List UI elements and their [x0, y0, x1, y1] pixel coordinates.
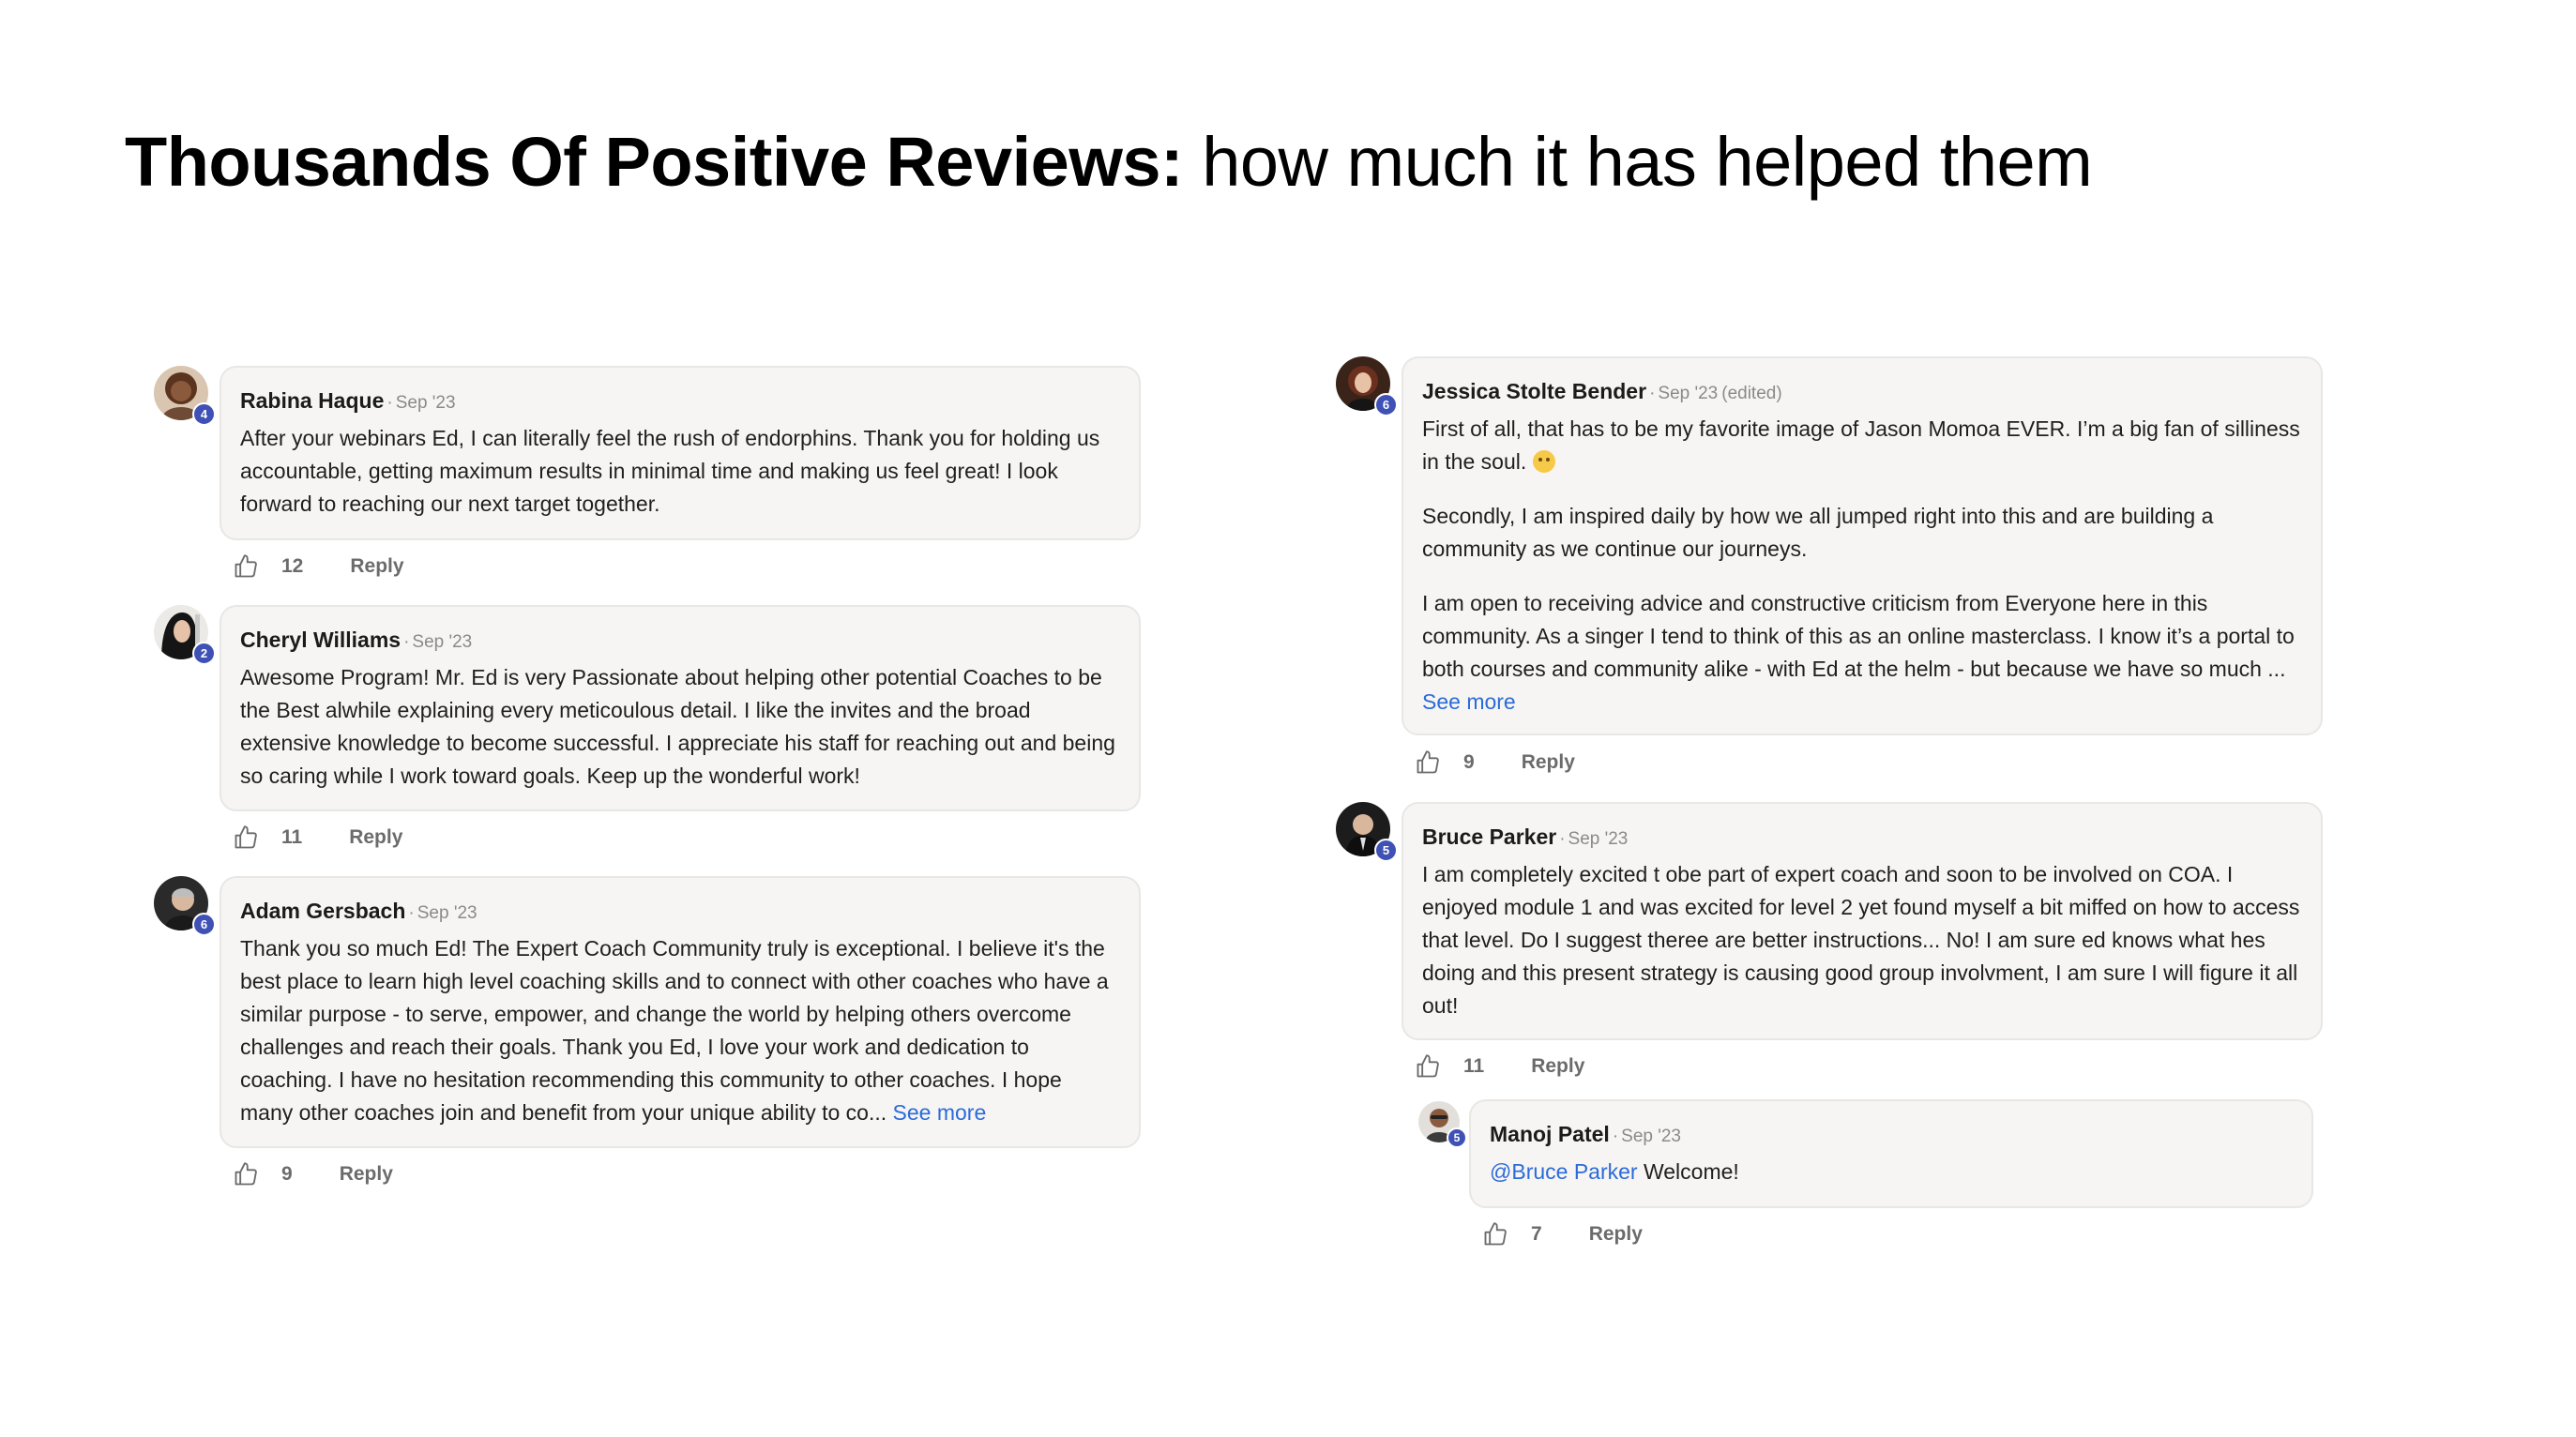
comment-text: After your webinars Ed, I can literally … [240, 426, 1100, 516]
like-count: 9 [281, 1163, 293, 1185]
like-count: 11 [1463, 1055, 1485, 1077]
avatar[interactable]: 5 [1336, 802, 1398, 862]
see-more-link[interactable]: See more [1422, 689, 1516, 714]
thumbs-up-icon[interactable] [1415, 749, 1441, 776]
like-count: 7 [1531, 1223, 1542, 1245]
comment-text-body: I am open to receiving advice and constr… [1422, 591, 2295, 681]
comment-text: Awesome Program! Mr. Ed is very Passiona… [240, 665, 1115, 788]
comment-bubble: Rabina Haque · Sep '23 After your webinars… [220, 366, 1141, 540]
user-mention-link[interactable]: @Bruce Parker [1490, 1159, 1638, 1184]
comment-date: Sep '23 [417, 903, 477, 923]
reply-button[interactable]: Reply [350, 555, 403, 578]
level-badge: 6 [1374, 393, 1398, 416]
like-count: 12 [281, 555, 304, 577]
like-count: 9 [1463, 751, 1475, 773]
thumbs-up-icon[interactable] [233, 1161, 259, 1187]
comment-date: Sep '23 [1568, 829, 1629, 849]
author-name[interactable]: Jessica Stolte Bender [1422, 379, 1646, 403]
reply-button[interactable]: Reply [349, 826, 402, 849]
comment-actions: 7 Reply [1482, 1221, 1643, 1248]
level-badge: 5 [1374, 839, 1398, 862]
comment-bubble: Bruce Parker · Sep '23 I am completely exc… [1402, 802, 2323, 1040]
thumbs-up-icon[interactable] [233, 553, 259, 580]
relieved-face-emoji-icon [1532, 450, 1555, 473]
level-badge: 4 [192, 402, 216, 426]
avatar[interactable]: 6 [1336, 356, 1398, 416]
comment-date: Sep '23 [412, 632, 473, 652]
comment-text: @Bruce Parker Welcome! [1490, 1156, 2293, 1188]
page-headline: Thousands Of Positive Reviews: how much … [125, 120, 2093, 204]
see-more-link[interactable]: See more [893, 1100, 987, 1125]
comment-bubble: Manoj Patel · Sep '23 @Bruce Parker Welcom… [1469, 1099, 2313, 1208]
avatar[interactable]: 6 [154, 876, 216, 936]
comment-date: Sep '23 [395, 393, 456, 413]
reply-button[interactable]: Reply [1522, 751, 1575, 774]
comment-text: First of all, that has to be my favorite… [1422, 413, 2302, 478]
comment-actions: 11 Reply [1415, 1053, 1584, 1080]
reply-button[interactable]: Reply [340, 1163, 393, 1186]
author-name[interactable]: Cheryl Williams [240, 628, 401, 652]
comment-actions: 11 Reply [233, 824, 402, 851]
headline-bold: Thousands Of Positive Reviews: [125, 123, 1184, 201]
author-name[interactable]: Adam Gersbach [240, 899, 405, 923]
comment-bubble: Cheryl Williams · Sep '23 Awesome Program!… [220, 605, 1141, 811]
comment-actions: 9 Reply [1415, 749, 1575, 776]
comment-bubble: Jessica Stolte Bender · Sep '23 (edited) Fi… [1402, 356, 2323, 735]
author-name[interactable]: Bruce Parker [1422, 824, 1556, 849]
comment-text: I am open to receiving advice and constr… [1422, 587, 2302, 718]
avatar[interactable]: 2 [154, 605, 216, 665]
comment-date: Sep '23 [1658, 384, 1719, 403]
edited-label: (edited) [1721, 384, 1782, 403]
level-badge: 5 [1447, 1127, 1467, 1148]
comment-actions: 12 Reply [233, 553, 404, 580]
comment-bubble: Adam Gersbach · Sep '23 Thank you so much … [220, 876, 1141, 1148]
comment-text-body: Thank you so much Ed! The Expert Coach C… [240, 936, 1109, 1125]
thumbs-up-icon[interactable] [1482, 1221, 1508, 1248]
avatar[interactable]: 5 [1418, 1101, 1467, 1148]
thumbs-up-icon[interactable] [233, 824, 259, 851]
author-name[interactable]: Rabina Haque [240, 388, 384, 413]
avatar[interactable]: 4 [154, 366, 216, 426]
reply-button[interactable]: Reply [1531, 1055, 1584, 1078]
comment-text: Secondly, I am inspired daily by how we … [1422, 504, 2214, 561]
comment-text: Thank you so much Ed! The Expert Coach C… [240, 932, 1120, 1129]
comment-text-body: Welcome! [1643, 1159, 1739, 1184]
author-name[interactable]: Manoj Patel [1490, 1122, 1610, 1146]
headline-regular: how much it has helped them [1202, 123, 2093, 201]
reply-button[interactable]: Reply [1589, 1223, 1643, 1246]
level-badge: 2 [192, 642, 216, 665]
thumbs-up-icon[interactable] [1415, 1053, 1441, 1080]
comment-actions: 9 Reply [233, 1161, 393, 1187]
comment-text: I am completely excited t obe part of ex… [1422, 862, 2300, 1018]
comment-date: Sep '23 [1621, 1127, 1681, 1146]
like-count: 11 [281, 826, 303, 848]
level-badge: 6 [192, 913, 216, 936]
